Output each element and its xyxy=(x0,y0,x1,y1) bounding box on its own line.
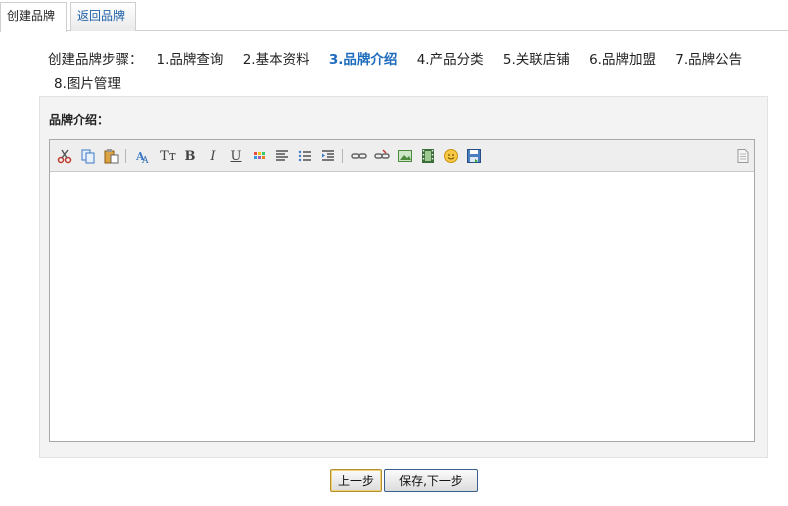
image-icon[interactable] xyxy=(396,147,414,165)
indent-icon[interactable] xyxy=(319,147,337,165)
cut-icon[interactable] xyxy=(56,147,74,165)
background-color-icon[interactable] xyxy=(250,147,268,165)
media-icon[interactable] xyxy=(419,147,437,165)
copy-icon[interactable] xyxy=(79,147,97,165)
list-icon[interactable] xyxy=(296,147,314,165)
font-size-icon[interactable]: Tт xyxy=(158,147,178,165)
save-next-button[interactable]: 保存,下一步 xyxy=(384,469,478,492)
step-brand-announcement[interactable]: 7.品牌公告 xyxy=(675,52,742,68)
paste-icon[interactable] xyxy=(102,147,120,165)
link-icon[interactable] xyxy=(350,147,368,165)
steps-label: 创建品牌步骤： xyxy=(48,52,143,68)
brand-intro-label: 品牌介绍： xyxy=(49,113,110,127)
font-color-icon[interactable]: AA xyxy=(134,147,152,165)
toolbar-separator xyxy=(125,149,126,163)
step-brand-intro[interactable]: 3.品牌介绍 xyxy=(329,52,398,68)
align-icon[interactable] xyxy=(273,147,291,165)
underline-icon[interactable]: U xyxy=(227,147,245,165)
step-navigation: 创建品牌步骤： 1.品牌查询 2.基本资料 3.品牌介绍 4.产品分类 5.关联店… xyxy=(48,48,768,96)
editor-toolbar: AA Tт B I U xyxy=(50,140,754,172)
step-product-category[interactable]: 4.产品分类 xyxy=(417,52,484,68)
step-linked-stores[interactable]: 5.关联店铺 xyxy=(503,52,570,68)
previous-step-button[interactable]: 上一步 xyxy=(330,469,382,492)
svg-text:A: A xyxy=(141,156,149,164)
emoticon-icon[interactable] xyxy=(442,147,460,165)
step-brand-franchise[interactable]: 6.品牌加盟 xyxy=(589,52,656,68)
source-icon[interactable] xyxy=(734,147,752,165)
tab-create-brand[interactable]: 创建品牌 xyxy=(0,2,67,32)
save-icon[interactable] xyxy=(465,147,483,165)
editor-content-area[interactable] xyxy=(50,172,754,441)
bold-icon[interactable]: B xyxy=(181,147,199,165)
rich-text-editor: AA Tт B I U xyxy=(49,139,755,442)
italic-icon[interactable]: I xyxy=(204,147,222,165)
toolbar-separator xyxy=(342,149,343,163)
unlink-icon[interactable] xyxy=(373,147,391,165)
tab-return-brand[interactable]: 返回品牌 xyxy=(70,2,136,31)
step-image-management[interactable]: 8.图片管理 xyxy=(54,76,121,92)
form-panel: 品牌介绍： AA Tт B I U xyxy=(39,96,768,458)
step-basic-info[interactable]: 2.基本资料 xyxy=(243,52,310,68)
tab-bar: 创建品牌 返回品牌 xyxy=(0,0,788,32)
step-brand-query[interactable]: 1.品牌查询 xyxy=(157,52,224,68)
